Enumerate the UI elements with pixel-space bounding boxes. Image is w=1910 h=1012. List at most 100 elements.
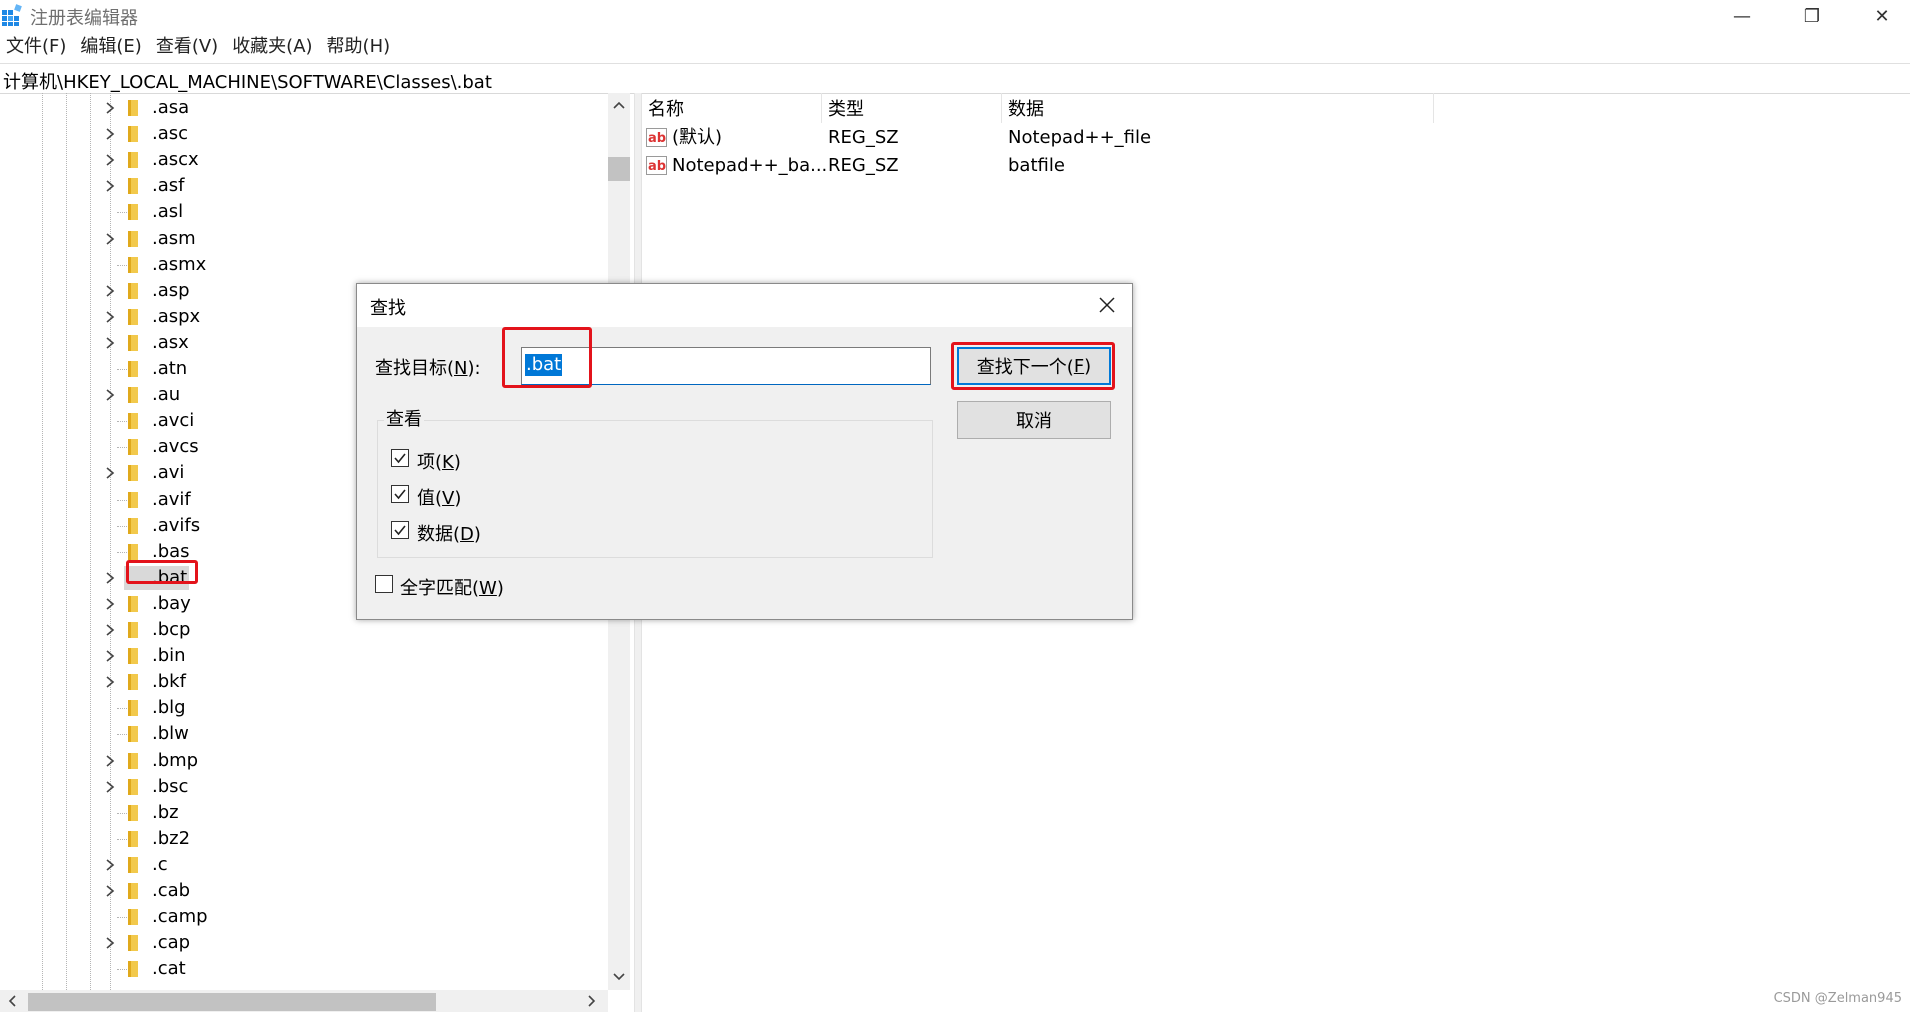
find-dialog-title: 查找: [370, 298, 406, 319]
tree-item-label: .blw: [152, 723, 189, 745]
menu-view[interactable]: 查看(V): [150, 34, 224, 60]
menu-file[interactable]: 文件(F): [0, 34, 72, 60]
folder-icon: [128, 152, 138, 169]
folder-icon: [128, 178, 138, 195]
column-data[interactable]: 数据: [1002, 93, 1434, 123]
tree-item[interactable]: .cap: [0, 930, 600, 956]
tree-item[interactable]: .blw: [0, 721, 600, 747]
chevron-right-icon[interactable]: [104, 936, 116, 950]
chevron-right-icon[interactable]: [104, 179, 116, 193]
tree-item-label: .asx: [152, 331, 189, 353]
tree-item-label: .camp: [152, 906, 208, 928]
tree-item-label: .bin: [152, 645, 186, 667]
chevron-right-icon[interactable]: [104, 388, 116, 402]
tree-item[interactable]: .cab: [0, 878, 600, 904]
tree-item[interactable]: .bmp: [0, 748, 600, 774]
column-type[interactable]: 类型: [822, 93, 1002, 123]
tree-item[interactable]: .asmx: [0, 252, 600, 278]
tree-item[interactable]: .asm: [0, 226, 600, 252]
value-type: REG_SZ: [828, 155, 899, 176]
chevron-right-icon[interactable]: [104, 127, 116, 141]
find-dialog-close-button[interactable]: [1094, 292, 1120, 318]
string-value-icon: ab: [646, 156, 667, 175]
tree-item-label: .asf: [152, 175, 185, 197]
chevron-right-icon[interactable]: [104, 101, 116, 115]
chevron-right-icon[interactable]: [104, 284, 116, 298]
match-whole-checkbox[interactable]: [375, 575, 393, 593]
scroll-right-icon[interactable]: [588, 995, 596, 1007]
chevron-right-icon[interactable]: [104, 649, 116, 663]
tree-vertical-scroll-thumb[interactable]: [608, 157, 630, 181]
chevron-right-icon[interactable]: [104, 153, 116, 167]
tree-item[interactable]: .bz: [0, 800, 600, 826]
chevron-right-icon[interactable]: [104, 336, 116, 350]
folder-icon: [128, 413, 138, 430]
chevron-right-icon[interactable]: [104, 884, 116, 898]
title-bar: 注册表编辑器 — ❐ ✕: [0, 0, 1910, 32]
tree-item[interactable]: .c: [0, 852, 600, 878]
scroll-left-icon[interactable]: [8, 995, 16, 1007]
window-title: 注册表编辑器: [30, 8, 138, 29]
list-item[interactable]: ab (默认) REG_SZ Notepad++_file: [642, 124, 1442, 152]
tree-item[interactable]: .cat: [0, 956, 600, 982]
address-path: 计算机\HKEY_LOCAL_MACHINE\SOFTWARE\Classes\…: [3, 72, 492, 93]
tree-item[interactable]: .ascx: [0, 147, 600, 173]
folder-icon: [128, 100, 138, 116]
close-icon: ✕: [1874, 5, 1890, 27]
annotation-highlight-bat-tree-item: [126, 560, 198, 584]
chevron-right-icon[interactable]: [104, 310, 116, 324]
chevron-right-icon[interactable]: [104, 780, 116, 794]
values-checkbox[interactable]: [391, 485, 409, 503]
tree-item[interactable]: .asc: [0, 121, 600, 147]
tree-item-label: .asp: [152, 279, 190, 301]
scroll-up-icon[interactable]: [613, 101, 625, 109]
list-item[interactable]: ab Notepad++_ba... REG_SZ batfile: [642, 152, 1442, 180]
tree-item-label: .avifs: [152, 514, 201, 536]
keys-checkbox[interactable]: [391, 449, 409, 467]
tree-item[interactable]: .bsc: [0, 774, 600, 800]
chevron-right-icon[interactable]: [104, 675, 116, 689]
chevron-right-icon[interactable]: [104, 597, 116, 611]
chevron-right-icon[interactable]: [104, 466, 116, 480]
folder-icon: [128, 126, 138, 143]
value-data: batfile: [1008, 155, 1065, 176]
tree-horizontal-scroll-thumb[interactable]: [28, 993, 436, 1011]
cancel-button[interactable]: 取消: [957, 401, 1111, 439]
menu-favorites[interactable]: 收藏夹(A): [226, 34, 318, 60]
chevron-right-icon[interactable]: [104, 623, 116, 637]
restore-button[interactable]: ❐: [1782, 0, 1842, 32]
chevron-right-icon[interactable]: [104, 754, 116, 768]
tree-item[interactable]: .asl: [0, 199, 600, 225]
tree-item[interactable]: .bcp: [0, 617, 600, 643]
tree-item-label: .bkf: [152, 671, 186, 693]
menu-bar: 文件(F) 编辑(E) 查看(V) 收藏夹(A) 帮助(H): [0, 34, 398, 60]
close-icon: [1099, 297, 1115, 313]
tree-item-label: .cat: [152, 958, 186, 980]
minimize-button[interactable]: —: [1712, 0, 1772, 32]
tree-item[interactable]: .bin: [0, 643, 600, 669]
tree-item[interactable]: .camp: [0, 904, 600, 930]
restore-icon: ❐: [1803, 5, 1821, 27]
find-dialog: 查找 查找目标(N): .bat 查找下一个(F) 取消 查看 项(K) 值(V…: [356, 283, 1133, 620]
tree-item[interactable]: .asa: [0, 95, 600, 121]
chevron-right-icon[interactable]: [104, 858, 116, 872]
column-name[interactable]: 名称: [642, 93, 822, 123]
address-bar[interactable]: 计算机\HKEY_LOCAL_MACHINE\SOFTWARE\Classes\…: [0, 63, 1910, 94]
data-checkbox[interactable]: [391, 521, 409, 539]
menu-edit[interactable]: 编辑(E): [74, 34, 147, 60]
value-name: (默认): [672, 127, 723, 148]
tree-item[interactable]: .bz2: [0, 826, 600, 852]
scroll-down-icon[interactable]: [613, 973, 625, 981]
close-window-button[interactable]: ✕: [1852, 0, 1910, 32]
tree-item-label: .asc: [152, 123, 189, 145]
svg-text:ab: ab: [648, 159, 666, 174]
folder-icon: [128, 622, 138, 638]
tree-item[interactable]: .blg: [0, 695, 600, 721]
menu-help[interactable]: 帮助(H): [321, 34, 397, 60]
tree-item[interactable]: .bkf: [0, 669, 600, 695]
tree-item[interactable]: .asf: [0, 173, 600, 199]
tree-item-label: .au: [152, 384, 181, 406]
chevron-right-icon[interactable]: [104, 232, 116, 246]
chevron-right-icon[interactable]: [104, 571, 116, 585]
annotation-highlight-find-target: [502, 327, 592, 388]
